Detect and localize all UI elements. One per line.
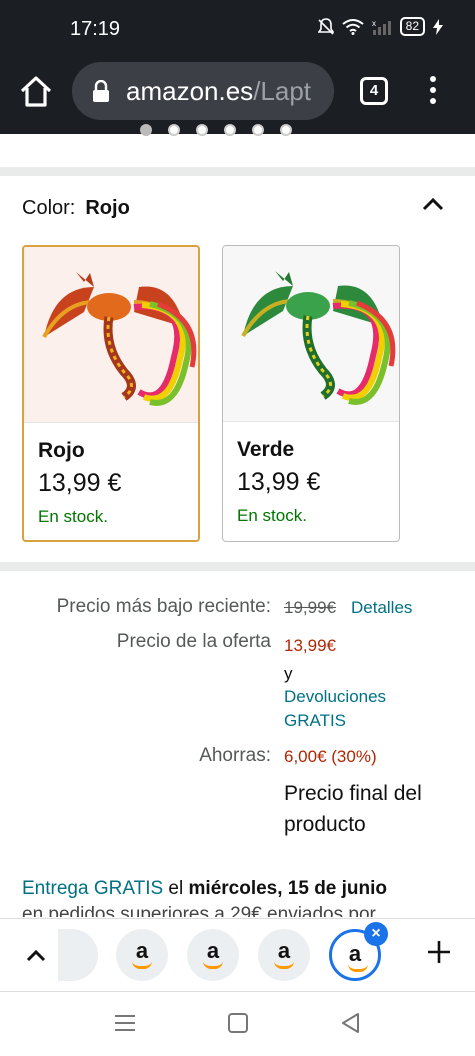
delivery-info: Entrega GRATIS el miércoles, 15 de junio [22,878,387,900]
more-menu-icon[interactable] [426,76,440,108]
final-price-line1: Precio final del [284,782,422,805]
system-back-icon[interactable] [340,1012,362,1034]
free-delivery-link[interactable]: Entrega GRATIS [22,878,163,899]
tab-thumbnail-partial[interactable] [58,929,98,981]
status-time: 17:19 [70,18,121,40]
delivery-conditions: en pedidos superiores a 29€ enviados por [22,905,376,917]
chevron-up-icon[interactable] [24,945,48,965]
url-path: /Lapt [253,76,312,106]
delivery-date: miércoles, 15 de junio [188,878,388,899]
tab-thumbnail-amazon-active[interactable]: a × [329,922,388,981]
lock-icon [93,80,109,102]
tab-thumbnail-amazon[interactable]: a [116,929,168,981]
recent-low-price-label: Precio más bajo reciente: [56,596,271,617]
tab-thumbnail-amazon[interactable]: a [187,929,239,981]
color-option-verde[interactable]: Verde 13,99 € En stock. [222,245,400,542]
carousel-dot[interactable] [224,124,236,136]
dragon-kite-image-red [42,272,197,406]
address-bar[interactable]: amazon.es/Lapt [72,62,334,120]
color-option-name: Rojo [38,439,85,462]
delivery-connector: el [163,878,189,899]
section-divider [0,562,475,571]
final-price-line2: producto [284,813,366,836]
color-label: Color: [22,197,76,219]
savings-value: 6,00€ (30%) [284,747,377,766]
status-bar: 17:19 x 82 [0,0,475,60]
free-returns-link-line1[interactable]: Devoluciones [284,687,386,707]
color-option-price: 13,99 € [237,468,321,496]
tab-thumbnail-amazon[interactable]: a [258,929,310,981]
tab-switcher-button[interactable]: 4 [360,77,388,105]
carousel-dot[interactable] [196,124,208,136]
signal-icon: x [372,19,391,35]
home-icon[interactable] [18,74,54,110]
product-thumbnail-red [24,247,198,423]
free-returns-link-line2[interactable]: GRATIS [284,711,346,731]
section-divider [0,167,475,176]
chevron-up-icon[interactable] [420,192,446,218]
color-option-stock: En stock. [237,506,307,525]
and-text: y [284,664,293,683]
battery-icon: 82 [399,17,425,36]
status-icons: x 82 [317,17,443,36]
browser-toolbar: amazon.es/Lapt 4 [0,60,475,134]
color-heading: Color: Rojo [22,197,130,220]
tab-strip: a a a a × [0,918,475,992]
system-navigation-bar [0,992,475,1056]
color-option-name: Verde [237,438,295,461]
new-tab-plus-icon[interactable] [426,939,452,965]
image-carousel-dots [140,124,292,136]
system-home-icon[interactable] [228,1013,248,1033]
close-tab-icon[interactable]: × [364,922,388,946]
details-link[interactable]: Detalles [351,598,412,618]
recent-low-price-value: 19,99€ [284,598,336,617]
offer-price-label: Precio de la oferta [116,631,271,652]
mute-bell-icon [317,17,334,35]
color-option-stock: En stock. [38,507,108,526]
color-option-price: 13,99 € [38,469,122,497]
carousel-dot[interactable] [252,124,264,136]
dragon-kite-image-green [241,271,396,405]
carousel-dot[interactable] [280,124,292,136]
selected-color: Rojo [85,197,130,219]
color-option-rojo[interactable]: Rojo 13,99 € En stock. [22,245,200,542]
charging-bolt-icon [433,18,443,35]
url-host: amazon.es [126,76,254,106]
carousel-dot[interactable] [140,124,152,136]
svg-text:x: x [372,19,376,28]
product-thumbnail-green [223,246,399,422]
url-text: amazon.es/Lapt [126,76,311,107]
savings-label: Ahorras: [199,745,271,766]
wifi-icon [342,18,364,35]
recent-apps-icon[interactable] [114,1014,136,1032]
offer-price-value: 13,99€ [284,636,336,655]
carousel-dot[interactable] [168,124,180,136]
